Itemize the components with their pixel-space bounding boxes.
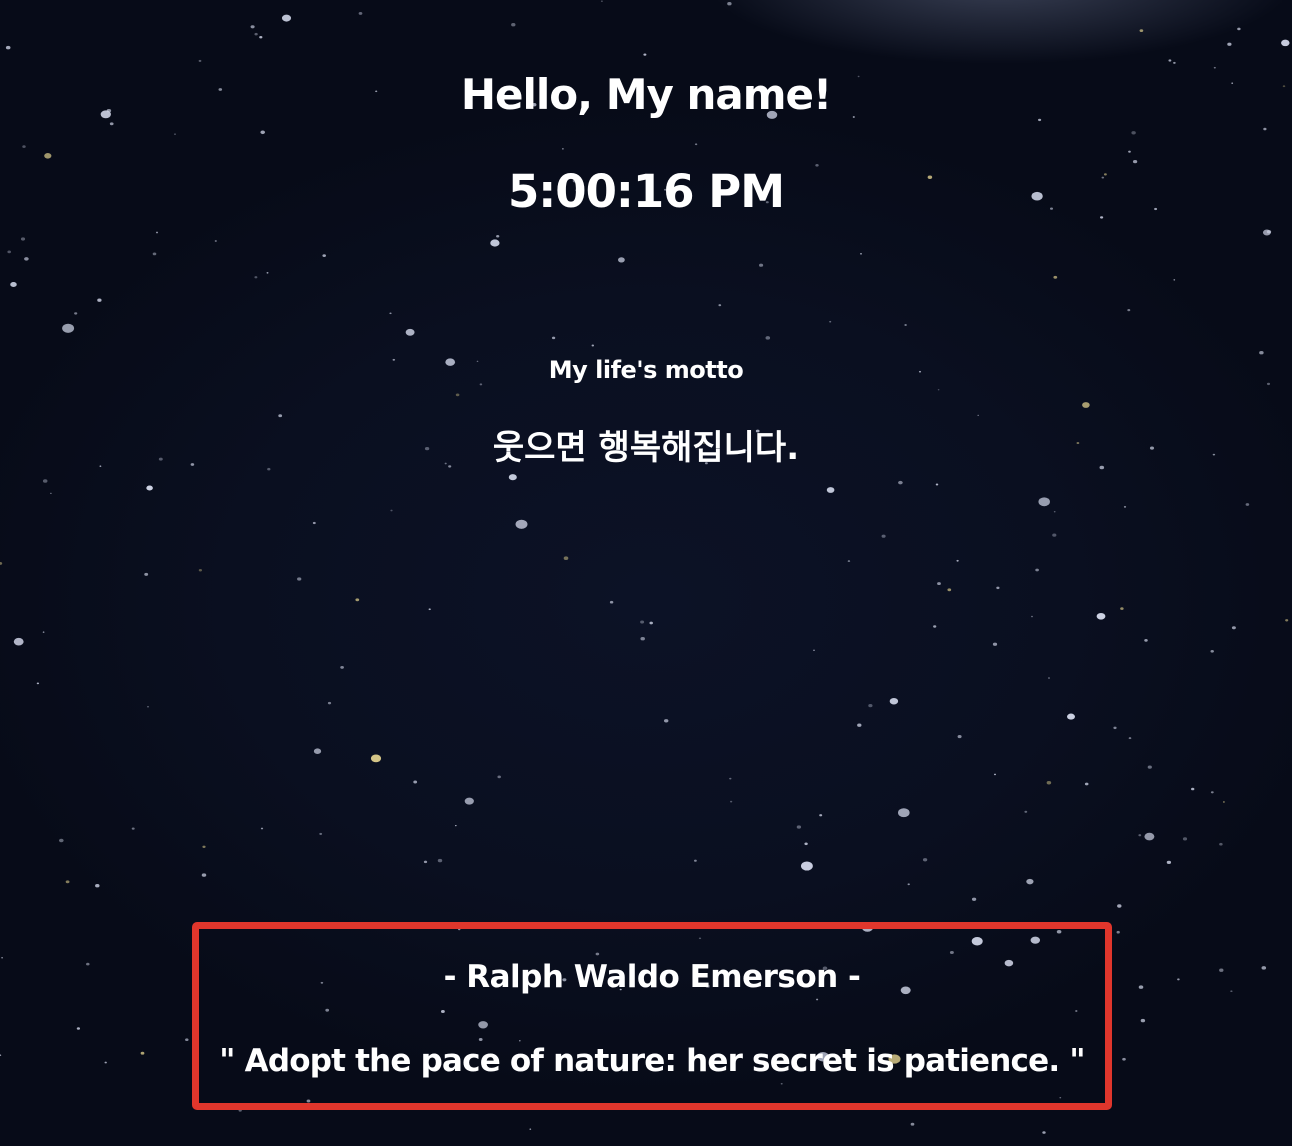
quote-author: - Ralph Waldo Emerson - [443,959,861,995]
quote-highlight-box: - Ralph Waldo Emerson - " Adopt the pace… [192,922,1112,1110]
motto-title: My life's motto [548,356,744,384]
motto-text: 웃으면 행복해집니다. [492,428,800,468]
clock-time: 5:00:16 PM [508,165,785,218]
greeting-heading: Hello, My name! [460,70,832,119]
quote-text: " Adopt the pace of nature: her secret i… [219,1043,1085,1079]
page-content: Hello, My name! 5:00:16 PM My life's mot… [0,0,1292,1146]
